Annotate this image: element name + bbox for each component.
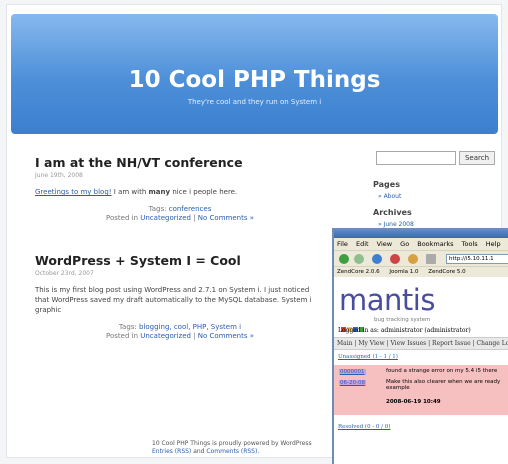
tags-label: Tags:	[148, 205, 167, 213]
comments-link[interactable]: No Comments »	[198, 332, 254, 340]
browser-titlebar[interactable]	[334, 230, 508, 238]
post-date: October 23rd, 2007	[35, 270, 94, 277]
post-body: Greetings to my blog! I am with many nic…	[35, 187, 325, 197]
post-date: June 19th, 2008	[35, 172, 83, 179]
post-1: I am at the NH/VT conference June 19th, …	[35, 155, 325, 223]
mantis-logo[interactable]: mantis	[339, 283, 435, 317]
post-body: This is my first blog post using WordPre…	[35, 286, 312, 314]
mantis-tagline: bug tracking system	[374, 317, 431, 323]
post-body-post: nice i people here.	[172, 188, 238, 196]
tag-link[interactable]: blogging, cool, PHP, System i	[139, 323, 241, 331]
menu-view[interactable]: View	[377, 240, 392, 248]
bookmark-item[interactable]: Joomla 1.0	[389, 269, 418, 275]
logged-in-text: Logged in as: administrator (administrat…	[338, 327, 471, 334]
archives-link[interactable]: » June 2008	[378, 221, 414, 228]
bookmark-item[interactable]: ZendCore 5.0	[428, 269, 465, 275]
reload-icon[interactable]	[372, 254, 382, 264]
post-meta: Tags: conferences Posted in Uncategorize…	[106, 205, 254, 222]
home-icon[interactable]	[408, 254, 418, 264]
browser-menubar: File Edit View Go Bookmarks Tools Help	[334, 238, 508, 250]
search-button[interactable]: Search	[459, 151, 495, 165]
issue-id-link[interactable]: 0000001	[339, 369, 366, 375]
mantis-nav[interactable]: Main | My View | View Issues | Report Is…	[334, 337, 508, 350]
unassigned-heading[interactable]: Unassigned (1 - 1 / 1)	[338, 354, 398, 360]
issue-table: 0000001 found a strange error on my 5.4 …	[334, 365, 508, 415]
browser-toolbar: http://i5.10.11.1	[334, 250, 508, 266]
bookmark-item[interactable]: ZendCore 2.0.6	[337, 269, 380, 275]
issue-summary: found a strange error on my 5.4 i5 there	[386, 368, 498, 374]
issue-date: 2008-06-19 10:49	[386, 399, 441, 405]
bookmarks-bar: ZendCore 2.0.6 Joomla 1.0 ZendCore 5.0	[334, 266, 508, 277]
category-link[interactable]: Uncategorized	[140, 332, 191, 340]
category-link[interactable]: Uncategorized	[140, 214, 191, 222]
footer-powered: 10 Cool PHP Things is proudly powered by…	[152, 440, 312, 447]
posted-in-label: Posted in	[106, 214, 139, 222]
post-title[interactable]: WordPress + System I = Cool	[35, 253, 325, 268]
menu-edit[interactable]: Edit	[356, 240, 369, 248]
mantis-browser-window: File Edit View Go Bookmarks Tools Help h…	[332, 228, 508, 464]
post-meta: Tags: blogging, cool, PHP, System i Post…	[106, 323, 254, 340]
issue-status-link[interactable]: 06-20-08	[339, 380, 366, 386]
blog-header: 10 Cool PHP Things They're cool and they…	[11, 14, 498, 134]
entries-rss-link[interactable]: Entries (RSS)	[152, 448, 191, 455]
post-body-bold: many	[148, 188, 171, 196]
archives-heading: Archives	[373, 208, 412, 217]
post-body-link[interactable]: Greetings to my blog!	[35, 188, 112, 196]
post-title[interactable]: I am at the NH/VT conference	[35, 155, 325, 170]
address-bar[interactable]: http://i5.10.11.1	[446, 254, 508, 264]
menu-bookmarks[interactable]: Bookmarks	[417, 240, 453, 248]
tags-label: Tags:	[118, 323, 137, 331]
issue-detail: Make this also clearer when we are ready…	[386, 379, 501, 391]
comments-link[interactable]: No Comments »	[198, 214, 254, 222]
post-body-pre: I am with	[113, 188, 147, 196]
pages-link-about[interactable]: » About	[378, 193, 401, 200]
menu-file[interactable]: File	[337, 240, 348, 248]
menu-help[interactable]: Help	[486, 240, 501, 248]
menu-tools[interactable]: Tools	[462, 240, 478, 248]
post-2: WordPress + System I = Cool October 23rd…	[35, 253, 325, 341]
site-title[interactable]: 10 Cool PHP Things	[11, 67, 498, 93]
stop-icon[interactable]	[390, 254, 400, 264]
pages-heading: Pages	[373, 180, 400, 189]
tag-link[interactable]: conferences	[169, 205, 212, 213]
page-icon	[426, 254, 436, 264]
resolved-heading[interactable]: Resolved (0 - 0 / 0)	[338, 424, 390, 430]
search-input[interactable]	[376, 151, 456, 165]
posted-in-label: Posted in	[106, 332, 139, 340]
blog-footer: 10 Cool PHP Things is proudly powered by…	[152, 440, 312, 456]
menu-go[interactable]: Go	[400, 240, 409, 248]
footer-feeds: Entries (RSS) and Comments (RSS).	[152, 448, 260, 455]
forward-icon[interactable]	[354, 254, 364, 264]
back-icon[interactable]	[339, 254, 349, 264]
mantis-page: mantis bug tracking system Logged in as:…	[334, 277, 508, 464]
comments-rss-link[interactable]: Comments (RSS).	[206, 448, 259, 455]
site-description: They're cool and they run on System i	[187, 98, 322, 106]
